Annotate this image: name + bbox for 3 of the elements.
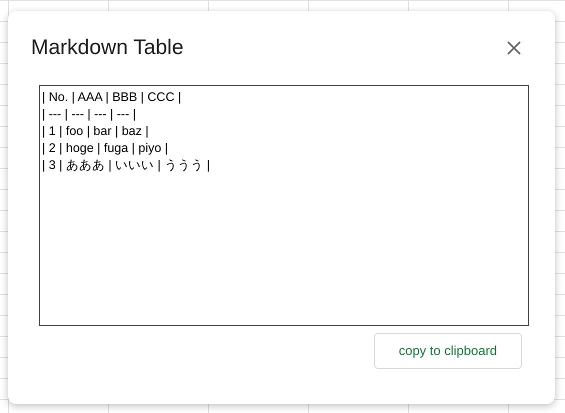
dialog-title: Markdown Table: [31, 35, 184, 61]
markdown-text-area[interactable]: | No. | AAA | BBB | CCC | | --- | --- | --- | --- | | 1 | foo | bar | baz | | 2 | hoge | fuga | piyo | | 3 | あああ | いいい | ううう |: [39, 85, 529, 326]
copy-button[interactable]: copy to clipboard: [374, 333, 522, 369]
